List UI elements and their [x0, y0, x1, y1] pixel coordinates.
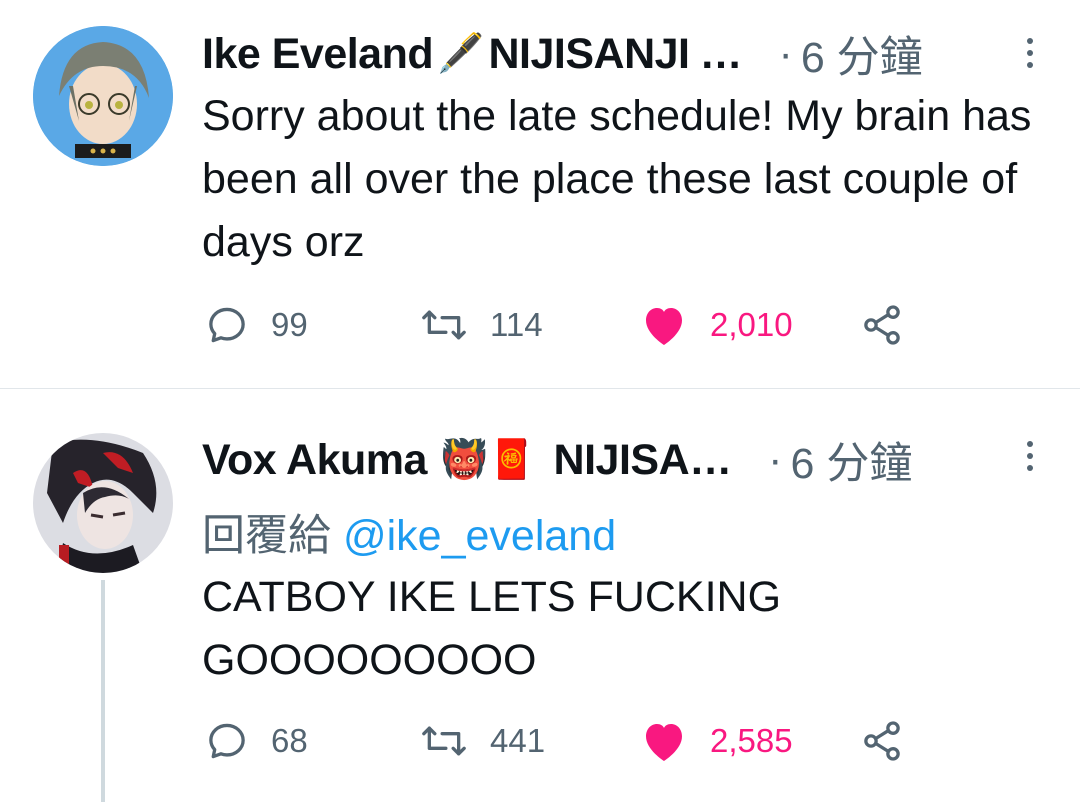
share-icon [864, 721, 900, 761]
separator-dot: · [768, 435, 783, 484]
share-button[interactable] [860, 716, 904, 766]
tweet-1[interactable]: Ike Eveland 🖋️ NIJISANJI … · 6 分鐘 Sorry … [0, 0, 1080, 388]
share-button[interactable] [860, 300, 904, 350]
retweet-button[interactable]: 441 [420, 716, 545, 766]
avatar[interactable] [33, 26, 173, 166]
name-ellipsis: … [689, 435, 733, 484]
heart-icon [646, 724, 682, 761]
timestamp[interactable]: 6 分鐘 [801, 23, 923, 85]
ogre-and-envelope-emoji: 👹🧧 [440, 439, 536, 481]
fountain-pen-emoji: 🖋️ [437, 33, 485, 75]
like-button[interactable]: 2,010 [640, 300, 793, 350]
retweet-count: 441 [490, 722, 546, 759]
tweet-text: CATBOY IKE LETS FUCKING GOOOOOOOOO [202, 573, 782, 684]
share-icon [864, 305, 900, 345]
retweet-icon [422, 726, 466, 756]
retweet-count: 114 [490, 306, 543, 343]
name-ellipsis: … [699, 29, 743, 78]
like-count: 2,585 [710, 722, 793, 759]
like-count: 2,010 [710, 306, 793, 343]
reply-icon [209, 307, 245, 343]
reply-count: 99 [271, 306, 308, 343]
retweet-icon [422, 310, 466, 340]
action-bar: 68 441 2,585 [205, 716, 925, 766]
thread-line [101, 580, 105, 802]
reply-button[interactable]: 68 [205, 716, 308, 766]
reply-prefix: 回覆給 [202, 512, 331, 560]
author-name[interactable]: Vox Akuma [202, 436, 427, 485]
heart-icon [646, 308, 682, 345]
reply-icon [209, 723, 245, 759]
tweet-text: Sorry about the late schedule! My brain … [202, 92, 1032, 266]
tweet-2[interactable]: Vox Akuma 👹🧧 NIJISA … · 6 分鐘 回覆給 @ike_ev… [0, 389, 1080, 802]
author-name[interactable]: Ike Eveland [202, 30, 434, 79]
reply-count: 68 [271, 722, 308, 759]
author-affiliation[interactable]: NIJISANJI [488, 30, 690, 79]
avatar[interactable] [33, 433, 173, 573]
action-bar: 99 114 2,010 [205, 300, 925, 350]
more-options-icon[interactable] [1024, 32, 1036, 72]
like-button[interactable]: 2,585 [640, 716, 793, 766]
separator-dot: · [778, 29, 793, 78]
more-options-icon[interactable] [1024, 435, 1036, 475]
tweet-header: Vox Akuma 👹🧧 NIJISA … · 6 分鐘 [202, 430, 1080, 490]
tweet-header: Ike Eveland 🖋️ NIJISANJI … · 6 分鐘 [202, 24, 1080, 84]
timestamp[interactable]: 6 分鐘 [790, 429, 912, 491]
author-affiliation[interactable]: NIJISA [554, 436, 690, 485]
reply-context: 回覆給 @ike_eveland [202, 501, 616, 563]
reply-button[interactable]: 99 [205, 300, 308, 350]
retweet-button[interactable]: 114 [420, 300, 543, 350]
reply-handle-link[interactable]: @ike_eveland [343, 512, 616, 560]
